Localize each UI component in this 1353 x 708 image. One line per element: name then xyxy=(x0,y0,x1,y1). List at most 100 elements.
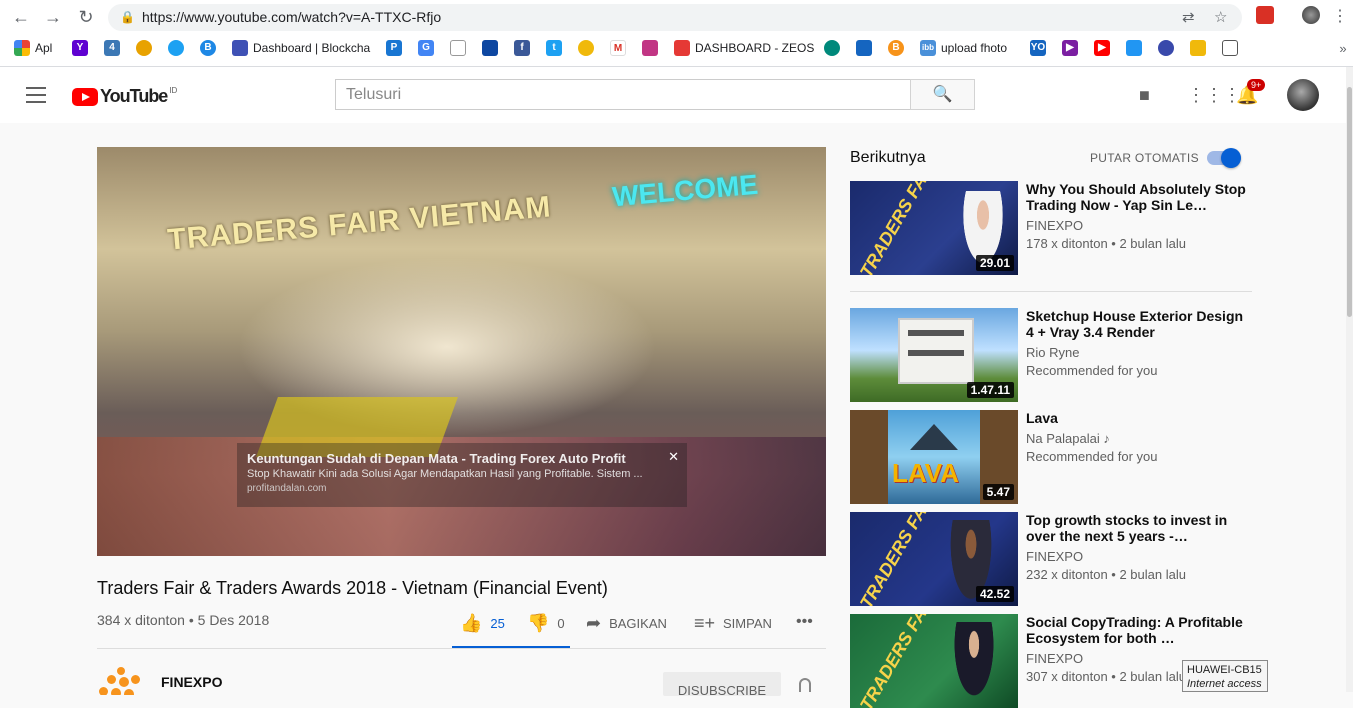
gmail-icon[interactable]: M xyxy=(610,40,626,56)
divider xyxy=(97,648,826,649)
profile-avatar[interactable] xyxy=(1302,6,1320,24)
divider xyxy=(850,291,1252,292)
extension-icon[interactable] xyxy=(1256,6,1274,24)
forward-icon[interactable]: → xyxy=(42,6,64,28)
channel-name[interactable]: Na Palapalai ♪ xyxy=(1026,431,1110,446)
like-button[interactable]: 👍 25 xyxy=(460,613,505,634)
apps-icon[interactable]: ⋮⋮⋮ xyxy=(1187,85,1241,106)
bookmark-dashboard-blockchain[interactable]: Dashboard | Blockcha xyxy=(232,38,370,58)
ad-description: Stop Khawatir Kini ada Solusi Agar Menda… xyxy=(247,468,643,480)
address-bar[interactable]: 🔒 https://www.youtube.com/watch?v=A-TTXC… xyxy=(108,4,1242,31)
channel-name[interactable]: FINEXPO xyxy=(1026,549,1083,564)
share-button[interactable]: ➦ BAGIKAN xyxy=(586,613,667,634)
hamburger-menu-icon[interactable] xyxy=(26,87,46,103)
music-note-icon: ♪ xyxy=(1103,431,1110,446)
video-meta: 384 x ditonton • 5 Des 2018 xyxy=(97,612,270,628)
recommended-video[interactable]: TRADERS FAIR 29.01 Why You Should Absolu… xyxy=(850,181,1252,275)
thumbs-down-icon: 👎 xyxy=(527,613,550,633)
subscribe-button[interactable]: DISUBSCRIBE xyxy=(663,672,781,698)
bookmark-icon[interactable] xyxy=(856,40,872,56)
twitter-icon[interactable]: t xyxy=(546,40,562,56)
channel-bell-icon[interactable] xyxy=(799,678,811,692)
search-input[interactable]: Telusuri xyxy=(335,79,911,110)
youtube-play-icon xyxy=(72,87,98,106)
menu-kebab-icon[interactable]: ⋮ xyxy=(1329,6,1351,28)
apps-grid-icon xyxy=(14,40,30,56)
video-title[interactable]: Top growth stocks to invest in over the … xyxy=(1026,512,1246,544)
search-button[interactable]: 🔍 xyxy=(910,79,975,110)
channel-name[interactable]: FINEXPO xyxy=(1026,218,1083,233)
video-scene-welcome: WELCOME xyxy=(610,168,760,213)
bookmark-apps[interactable]: Apl xyxy=(14,38,52,58)
bitcoin-icon[interactable] xyxy=(578,40,594,56)
bookmark-icon[interactable] xyxy=(168,40,184,56)
recommended-video[interactable]: 1.47.11 Sketchup House Exterior Design 4… xyxy=(850,308,1252,402)
scrollbar-thumb[interactable] xyxy=(1347,87,1352,317)
video-meta: 307 x ditonton • 2 bulan lalu xyxy=(1026,669,1186,684)
ad-url: profitandalan.com xyxy=(247,483,327,494)
notification-badge: 9+ xyxy=(1247,79,1266,91)
video-ad-overlay[interactable]: Keuntungan Sudah di Depan Mata - Trading… xyxy=(237,443,687,507)
binance-icon[interactable] xyxy=(1190,40,1206,56)
autoplay-label: PUTAR OTOMATIS xyxy=(1090,151,1199,165)
create-video-icon[interactable]: ■ xyxy=(1139,85,1150,106)
more-bookmarks-icon[interactable]: » xyxy=(1332,38,1353,60)
video-thumbnail[interactable]: LAVA 5.47 xyxy=(850,410,1018,504)
video-thumbnail[interactable]: TRADERS FAIR 29.01 xyxy=(850,181,1018,275)
reload-icon[interactable]: ↻ xyxy=(75,6,97,28)
bookmark-icon[interactable]: B xyxy=(200,40,216,56)
document-icon[interactable] xyxy=(450,40,466,56)
channel-logo[interactable] xyxy=(97,665,145,695)
bookmark-icon[interactable] xyxy=(1222,40,1238,56)
bookmark-icon[interactable]: P xyxy=(386,40,402,56)
channel-name[interactable]: FINEXPO xyxy=(1026,651,1083,666)
video-thumbnail[interactable]: TRADERS FAIR 42.52 xyxy=(850,512,1018,606)
instagram-icon[interactable] xyxy=(642,40,658,56)
ad-close-icon[interactable]: ✕ xyxy=(668,449,679,465)
wifi-tooltip: HUAWEI-CB15 Internet access xyxy=(1182,660,1268,692)
bookmark-icon[interactable]: 4 xyxy=(104,40,120,56)
recommended-video[interactable]: TRADERS FAIR 42.52 Top growth stocks to … xyxy=(850,512,1252,606)
lock-icon: 🔒 xyxy=(120,10,135,24)
bookmark-upload-fhoto[interactable]: ibb upload fhoto xyxy=(920,38,1007,58)
translate-icon[interactable]: ⇄ xyxy=(1182,8,1195,26)
yahoo-icon[interactable]: Y xyxy=(72,40,88,56)
bookmark-icon[interactable] xyxy=(1126,40,1142,56)
bookmark-icon[interactable] xyxy=(482,40,498,56)
bookmark-icon[interactable] xyxy=(136,40,152,56)
bookmark-icon[interactable]: ▶ xyxy=(1062,40,1078,56)
bookmark-star-icon[interactable]: ☆ xyxy=(1214,8,1227,26)
autoplay-toggle[interactable] xyxy=(1207,148,1241,168)
browser-chrome: ← → ↻ 🔒 https://www.youtube.com/watch?v=… xyxy=(0,0,1353,67)
video-title: Traders Fair & Traders Awards 2018 - Vie… xyxy=(97,578,608,598)
back-icon[interactable]: ← xyxy=(10,6,32,28)
bitcoin-icon[interactable]: B xyxy=(888,40,904,56)
zeos-icon xyxy=(674,40,690,56)
video-player[interactable]: TRADERS FAIR VIETNAM WELCOME Keuntungan … xyxy=(97,147,826,556)
blockchain-icon xyxy=(232,40,248,56)
more-actions-button[interactable]: ••• xyxy=(796,613,813,631)
video-title[interactable]: Lava xyxy=(1026,410,1246,426)
channel-name[interactable]: FINEXPO xyxy=(161,674,222,690)
scrollbar[interactable] xyxy=(1346,67,1353,692)
translate-bookmark-icon[interactable]: G xyxy=(418,40,434,56)
video-thumbnail[interactable]: 1.47.11 xyxy=(850,308,1018,402)
youtube-logo[interactable]: YouTube ID xyxy=(72,86,177,107)
video-title[interactable]: Social CopyTrading: A Profitable Ecosyst… xyxy=(1026,614,1246,646)
video-title[interactable]: Why You Should Absolutely Stop Trading N… xyxy=(1026,181,1246,213)
bookmark-icon[interactable]: YO xyxy=(1030,40,1046,56)
save-button[interactable]: ≡+ SIMPAN xyxy=(694,613,772,634)
account-avatar[interactable] xyxy=(1287,79,1319,111)
bookmark-icon[interactable] xyxy=(1158,40,1174,56)
channel-name[interactable]: Rio Ryne xyxy=(1026,345,1079,360)
youtube-bookmark-icon[interactable]: ▶ xyxy=(1094,40,1110,56)
search-icon: 🔍 xyxy=(932,86,953,103)
bookmark-dashboard-zeos[interactable]: DASHBOARD - ZEOS xyxy=(674,38,814,58)
url-text: https://www.youtube.com/watch?v=A-TTXC-R… xyxy=(142,9,442,25)
bookmark-icon[interactable] xyxy=(824,40,840,56)
recommended-video[interactable]: LAVA 5.47 Lava Na Palapalai ♪ Recommende… xyxy=(850,410,1252,504)
video-thumbnail[interactable]: TRADERS FAIR xyxy=(850,614,1018,708)
facebook-icon[interactable]: f xyxy=(514,40,530,56)
dislike-button[interactable]: 👎 0 xyxy=(527,613,565,634)
video-title[interactable]: Sketchup House Exterior Design 4 + Vray … xyxy=(1026,308,1246,340)
